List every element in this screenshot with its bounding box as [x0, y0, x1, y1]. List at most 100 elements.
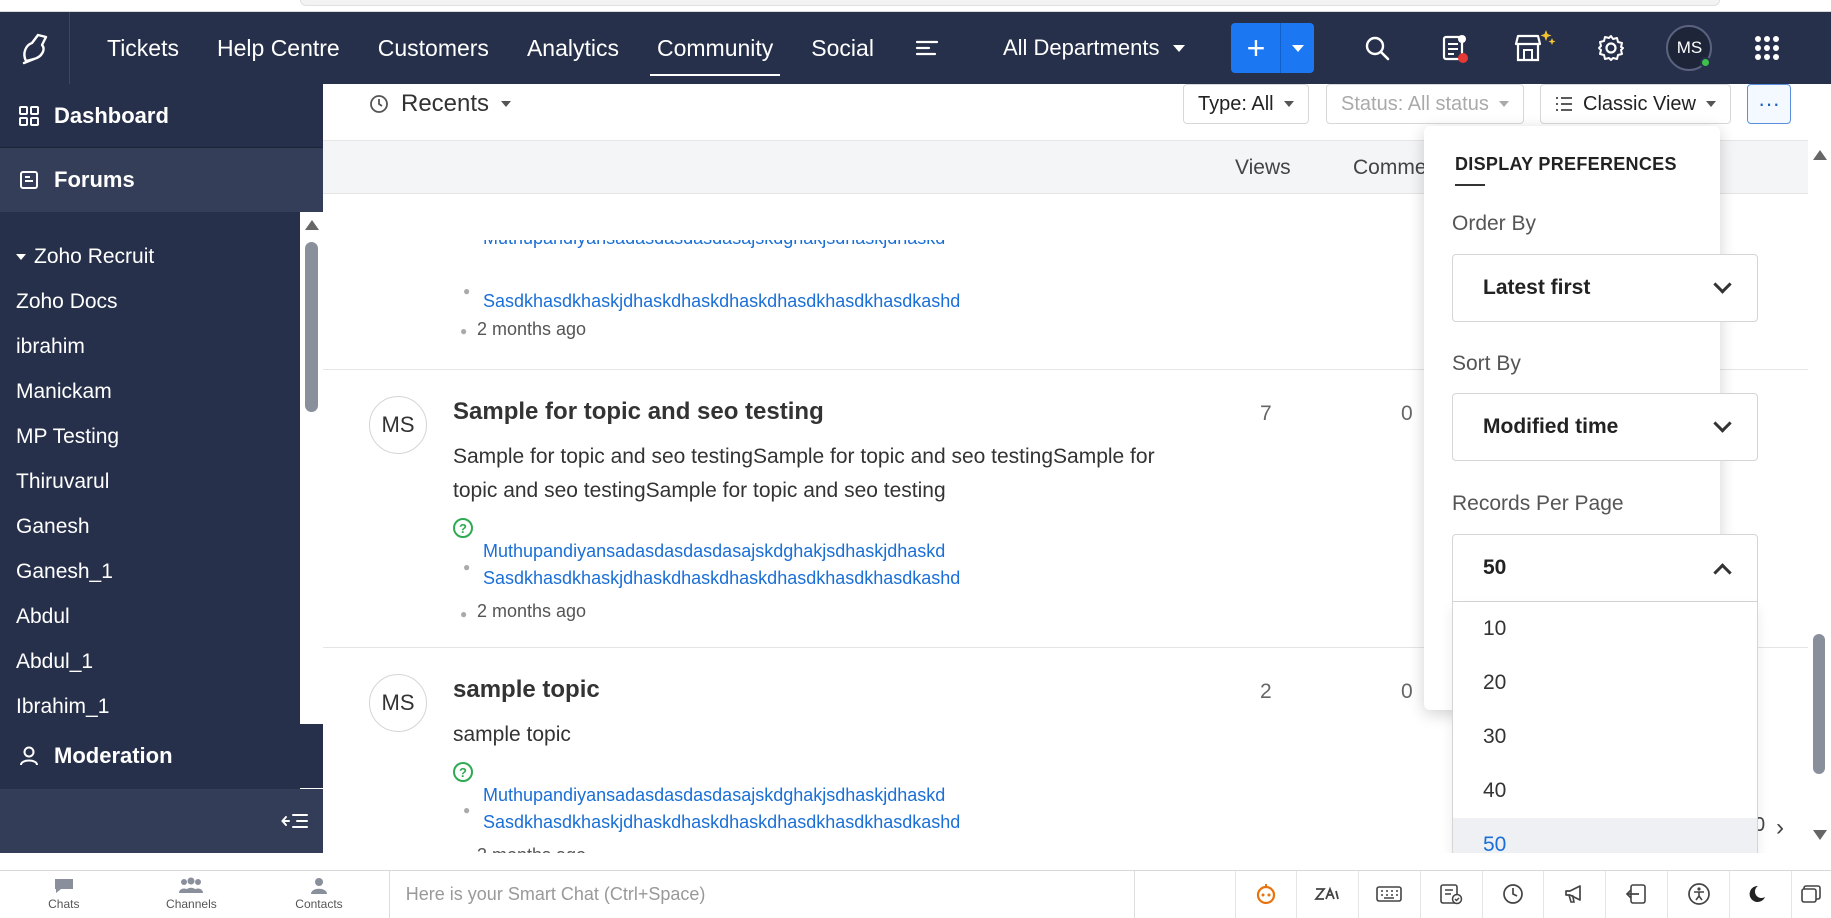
- topic-author-link[interactable]: Muthupandiyansadasdasdasdasajskdghakjsdh…: [483, 240, 945, 254]
- add-button-group: +: [1231, 23, 1315, 73]
- user-avatar[interactable]: MS: [1650, 12, 1728, 84]
- announcement-megaphone-icon[interactable]: [1544, 870, 1607, 918]
- chat-window-icon[interactable]: [1792, 871, 1831, 918]
- apps-grid-icon[interactable]: [1728, 12, 1806, 84]
- view-mode-dropdown[interactable]: Classic View: [1540, 84, 1731, 124]
- nav-customers[interactable]: Customers: [359, 12, 508, 84]
- checklist-icon[interactable]: [1421, 870, 1483, 918]
- records-option-10[interactable]: 10: [1453, 602, 1757, 656]
- type-filter-dropdown[interactable]: Type: All: [1183, 84, 1309, 124]
- tasks-icon[interactable]: [1416, 12, 1494, 84]
- recents-label: Recents: [401, 90, 490, 117]
- settings-gear-icon[interactable]: [1572, 12, 1650, 84]
- sidebar-dashboard-label: Dashboard: [54, 102, 169, 128]
- status-filter-label: Status: All status: [1341, 92, 1489, 115]
- scroll-thumb[interactable]: [1813, 634, 1825, 774]
- nav-help-centre[interactable]: Help Centre: [198, 12, 359, 84]
- records-option-30[interactable]: 30: [1453, 710, 1757, 764]
- add-dropdown-button[interactable]: [1281, 23, 1315, 73]
- bottom-bar: Chats Channels Contacts Here is your Sma…: [0, 870, 1831, 918]
- topic-author-link[interactable]: Sasdkhasdkhaskjdhaskdhaskdhaskdhasdkhasd…: [483, 288, 960, 315]
- question-icon: ?: [453, 518, 473, 538]
- sidebar-item-ibrahim-1[interactable]: Ibrahim_1: [0, 684, 300, 729]
- dark-mode-moon-icon[interactable]: [1730, 870, 1792, 918]
- nav-social[interactable]: Social: [792, 12, 893, 84]
- department-selector[interactable]: All Departments: [1003, 35, 1186, 61]
- order-by-select[interactable]: Latest first: [1452, 254, 1758, 322]
- topic-author-link[interactable]: Muthupandiyansadasdasdasdasajskdghakjsdh…: [483, 782, 945, 809]
- topic-timestamp: 2 months ago: [477, 601, 587, 621]
- search-icon[interactable]: [1338, 12, 1416, 84]
- topic-title[interactable]: Sample for topic and seo testing: [453, 398, 824, 426]
- order-by-value: Latest first: [1483, 276, 1591, 299]
- records-option-20[interactable]: 20: [1453, 656, 1757, 710]
- sidebar-item-ganesh-1[interactable]: Ganesh_1: [0, 549, 300, 594]
- marketplace-icon[interactable]: [1494, 12, 1572, 84]
- sidebar-item-forums[interactable]: Forums: [0, 148, 323, 212]
- topic-author-link[interactable]: Sasdkhasdkhaskjdhaskdhaskdhaskdhasdkhasd…: [483, 565, 960, 592]
- scroll-down-arrow-icon[interactable]: [1813, 830, 1827, 840]
- sidebar-item-moderation[interactable]: Moderation: [0, 724, 323, 788]
- smart-chat-input[interactable]: Here is your Smart Chat (Ctrl+Space): [388, 870, 1136, 918]
- recents-dropdown[interactable]: Recents: [369, 90, 512, 118]
- comments-count: 0: [1401, 680, 1413, 703]
- topic-title[interactable]: sample topic: [453, 676, 600, 704]
- zia-signature-icon[interactable]: [1297, 870, 1359, 918]
- sidebar-item-ibrahim[interactable]: ibrahim: [0, 324, 300, 369]
- nav-analytics[interactable]: Analytics: [508, 12, 638, 84]
- avatar[interactable]: MS: [369, 674, 427, 732]
- sidebar-section-zoho-recruit[interactable]: Zoho Recruit: [0, 234, 300, 279]
- column-header-comments[interactable]: Comme: [1353, 156, 1427, 180]
- main-scrollbar[interactable]: [1808, 140, 1831, 853]
- keyboard-icon[interactable]: [1359, 870, 1421, 918]
- online-status-dot: [1700, 57, 1712, 68]
- scroll-thumb[interactable]: [305, 242, 318, 412]
- scroll-up-arrow-icon[interactable]: [305, 220, 319, 230]
- views-count: 7: [1260, 402, 1272, 425]
- column-header-views[interactable]: Views: [1235, 156, 1291, 180]
- topic-author-link[interactable]: Sasdkhasdkhaskjdhaskdhaskdhaskdhasdkhasd…: [483, 809, 960, 836]
- contacts-label: Contacts: [295, 897, 343, 911]
- next-page-chevron-icon[interactable]: ›: [1776, 814, 1784, 842]
- topic-author-link[interactable]: Muthupandiyansadasdasdasdasajskdghakjsdh…: [483, 538, 945, 565]
- sort-by-select[interactable]: Modified time: [1452, 393, 1758, 461]
- chevron-up-icon: [1713, 562, 1732, 582]
- sidebar-item-thiruvarul[interactable]: Thiruvarul: [0, 459, 300, 504]
- collapse-sidebar-icon[interactable]: [0, 789, 323, 853]
- records-per-page-value: 50: [1483, 556, 1507, 579]
- caret-down-icon: [501, 101, 512, 107]
- accessibility-icon[interactable]: [1668, 870, 1730, 918]
- nav-community[interactable]: Community: [638, 12, 792, 84]
- sidebar-item-abdul-1[interactable]: Abdul_1: [0, 639, 300, 684]
- order-by-label: Order By: [1452, 212, 1537, 235]
- zia-bot-icon[interactable]: [1235, 870, 1297, 918]
- clock-icon: [370, 95, 388, 113]
- bottom-tab-channels[interactable]: Channels: [128, 871, 256, 918]
- app-logo-icon[interactable]: [0, 12, 70, 84]
- nav-tickets[interactable]: Tickets: [88, 12, 198, 84]
- clock-history-icon[interactable]: [1483, 870, 1545, 918]
- sidebar-section-label: Zoho Recruit: [34, 244, 155, 268]
- sidebar-item-mp-testing[interactable]: MP Testing: [0, 414, 300, 459]
- nav-more-icon[interactable]: [893, 12, 961, 84]
- sidebar-item-abdul[interactable]: Abdul: [0, 594, 300, 639]
- add-plus-button[interactable]: +: [1231, 23, 1282, 73]
- sidebar-scrollbar[interactable]: [300, 212, 323, 808]
- chats-label: Chats: [48, 897, 80, 911]
- more-options-button[interactable]: ···: [1747, 84, 1791, 124]
- status-filter-dropdown[interactable]: Status: All status: [1326, 84, 1524, 124]
- records-option-40[interactable]: 40: [1453, 764, 1757, 818]
- transfer-icon[interactable]: [1606, 870, 1669, 918]
- sidebar-item-dashboard[interactable]: Dashboard: [0, 84, 323, 148]
- sidebar-item-ganesh[interactable]: Ganesh: [0, 504, 300, 549]
- sidebar-item-manickam[interactable]: Manickam: [0, 369, 300, 414]
- sidebar-item-zoho-docs[interactable]: Zoho Docs: [0, 279, 300, 324]
- bottom-tab-contacts[interactable]: Contacts: [255, 871, 383, 918]
- bullet-dot: ●: [463, 803, 471, 817]
- heading-underline: [1455, 184, 1485, 186]
- avatar-initials: MS: [1676, 38, 1703, 57]
- records-per-page-select[interactable]: 50: [1452, 534, 1758, 602]
- avatar[interactable]: MS: [369, 396, 427, 454]
- scroll-up-arrow-icon[interactable]: [1813, 150, 1827, 160]
- bottom-tab-chats[interactable]: Chats: [0, 871, 128, 918]
